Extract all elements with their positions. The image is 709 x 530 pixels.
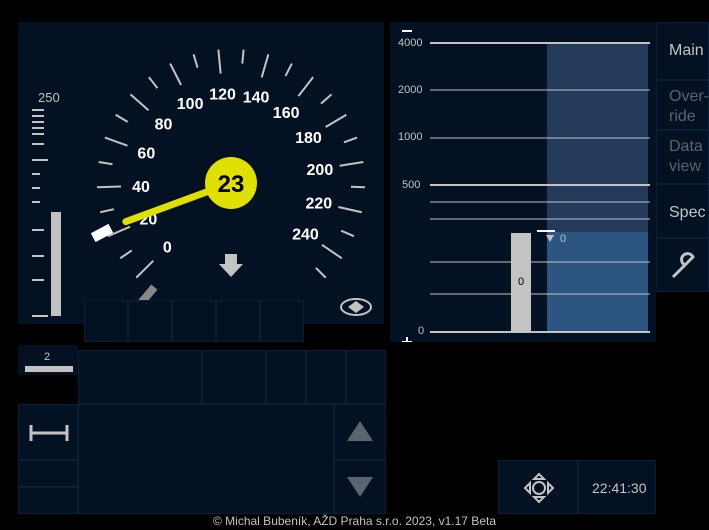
speed-tick — [135, 260, 154, 279]
plan-scale-4000: 4000 — [398, 37, 423, 49]
plan-scale-1000: 1000 — [398, 131, 423, 143]
speed-tick — [315, 267, 327, 279]
status-row-3 — [266, 350, 306, 404]
speed-tick-label: 100 — [177, 96, 204, 113]
speed-tick — [338, 206, 362, 214]
speed-tick-label: 220 — [305, 196, 332, 213]
speed-tick — [115, 113, 129, 123]
speed-tick — [297, 76, 314, 97]
status-cell-5 — [260, 300, 304, 342]
current-speed-digits: 23 — [218, 171, 245, 198]
wrench-icon — [671, 252, 695, 279]
speed-tick — [325, 113, 347, 128]
speed-tick-label: 60 — [137, 146, 155, 163]
speed-tick — [320, 93, 333, 105]
speed-tick-label: 180 — [295, 130, 322, 147]
speed-tick — [148, 76, 159, 89]
text-message-area — [78, 404, 334, 514]
status-row-5 — [346, 350, 386, 404]
status-row-1 — [78, 350, 202, 404]
level-crossing-icon — [29, 425, 69, 441]
speed-tick — [104, 136, 128, 147]
distance-scale — [32, 109, 61, 317]
speed-tick-label: 80 — [155, 116, 173, 133]
planning-chart — [402, 30, 650, 342]
speed-tick — [217, 49, 222, 74]
target-distance-bar — [25, 366, 73, 372]
special-button[interactable]: Spec — [656, 184, 709, 238]
down-arrow-icon — [219, 254, 243, 277]
down-triangle-icon — [347, 477, 373, 497]
status-cell-2 — [128, 300, 172, 342]
speed-tick-label: 0 — [163, 240, 172, 257]
speed-tick — [192, 54, 199, 69]
speed-tick — [97, 185, 122, 189]
speed-tick — [343, 136, 358, 144]
speed-tick-label: 200 — [307, 162, 334, 179]
footer-copyright: © Michal Bubeník, AŽD Praha s.r.o. 2023,… — [213, 514, 496, 528]
level-cell — [18, 404, 78, 460]
plan-bar-label: 0 — [518, 276, 525, 288]
full-supervision-icon — [340, 298, 372, 316]
aux-cell-2 — [18, 487, 78, 514]
speed-tick — [241, 49, 245, 64]
plan-scale-500: 500 — [402, 179, 421, 191]
target-distance-label: 2 — [44, 351, 51, 363]
override-button[interactable]: Over-ride — [656, 80, 709, 130]
plan-marker-label: 0 — [560, 233, 567, 245]
main-menu-button[interactable]: Main — [656, 22, 709, 80]
distance-bar — [51, 212, 61, 316]
aux-cell-1 — [18, 460, 78, 487]
plan-target-area — [547, 232, 648, 332]
speed-tick — [284, 63, 293, 77]
speed-tick-label: 140 — [243, 90, 270, 107]
plan-scale-0: 0 — [418, 325, 425, 337]
status-cell-1 — [84, 300, 128, 342]
speed-tick — [340, 229, 355, 238]
speed-tick-label: 160 — [273, 105, 300, 122]
speed-tick-label: 40 — [132, 179, 150, 196]
status-row-4 — [306, 350, 346, 404]
speed-tick — [260, 54, 270, 78]
speed-tick — [129, 93, 150, 112]
speed-tick — [339, 161, 364, 167]
plan-scale-2000: 2000 — [398, 84, 423, 96]
status-cell-4 — [216, 300, 260, 342]
speed-tick — [100, 208, 115, 214]
speed-tick — [98, 161, 113, 166]
data-view-button[interactable]: Data view — [656, 130, 709, 184]
speed-tick — [169, 63, 182, 86]
shunting-mode-icon — [523, 472, 555, 504]
up-arrow-icon — [347, 421, 373, 441]
zoom-in-button — [402, 337, 412, 342]
scroll-down-button[interactable] — [334, 460, 386, 514]
mode-cell[interactable] — [498, 460, 578, 514]
speedometer: 020406080100120 140160180200220240 23 — [90, 49, 372, 316]
status-row-2 — [202, 350, 266, 404]
scroll-up-button[interactable] — [334, 404, 386, 460]
speed-tick — [321, 244, 343, 260]
status-cell-3 — [172, 300, 216, 342]
settings-button[interactable] — [656, 238, 709, 292]
speed-tick-label: 240 — [292, 227, 319, 244]
speed-tick-label: 120 — [209, 86, 236, 103]
clock: 22:41:30 — [592, 480, 647, 496]
speed-tick — [119, 249, 133, 260]
permitted-speed-hook — [90, 223, 114, 243]
